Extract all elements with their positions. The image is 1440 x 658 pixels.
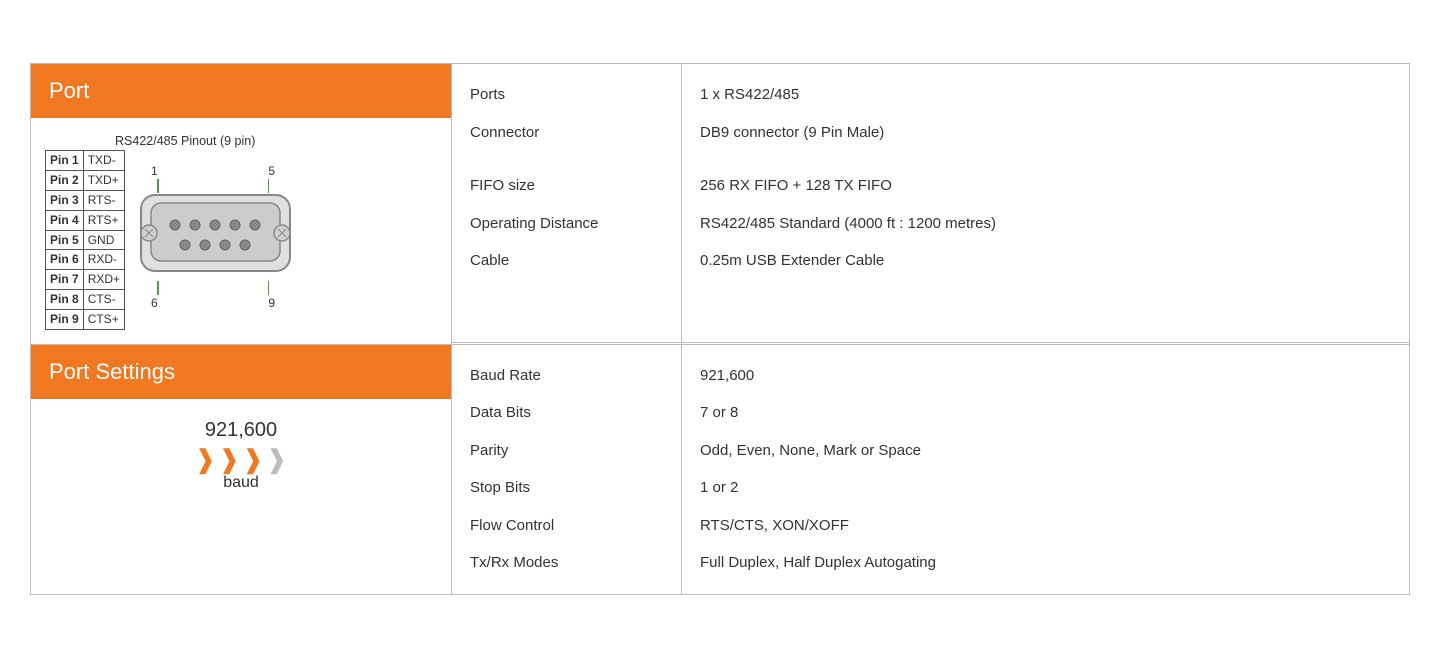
fifo-label: FIFO size [470, 151, 663, 205]
pin-signal: RTS+ [83, 210, 124, 230]
port-spec-values: 1 x RS422/485 DB9 connector (9 Pin Male)… [682, 64, 1410, 343]
pin-top-left-label: 1 [151, 164, 158, 178]
connector-value: DB9 connector (9 Pin Male) [700, 114, 1391, 152]
stop-bits-label: Stop Bits [470, 469, 663, 507]
pin-line-9 [268, 281, 270, 295]
pin-bottom-right-label: 9 [268, 296, 275, 310]
data-bits-value: 7 or 8 [700, 394, 1391, 432]
pinout-title: RS422/485 Pinout (9 pin) [115, 134, 255, 148]
pin-label: Pin 2 [46, 171, 84, 191]
connector-label: Connector [470, 114, 663, 152]
parity-value: Odd, Even, None, Mark or Space [700, 432, 1391, 470]
operating-distance-label: Operating Distance [470, 205, 663, 243]
pin-label: Pin 3 [46, 191, 84, 211]
pin-signal: TXD- [83, 151, 124, 171]
port-settings-left: Port Settings 921,600 ❱ ❱ ❱ ❱ baud [31, 344, 452, 594]
flow-control-label: Flow Control [470, 507, 663, 545]
pin-signal: RXD+ [83, 270, 124, 290]
cable-label: Cable [470, 242, 663, 280]
baud-label: baud [223, 474, 259, 492]
port-settings-spec-labels: Baud Rate Data Bits Parity Stop Bits Flo… [452, 344, 682, 594]
main-table: Port RS422/485 Pinout (9 pin) Pin 1TXD- … [30, 63, 1410, 594]
port-diagram: RS422/485 Pinout (9 pin) Pin 1TXD- Pin 2… [31, 118, 451, 343]
db9-connector-diagram: 1 5 [133, 164, 298, 310]
baud-rate-label: Baud Rate [470, 357, 663, 395]
stop-bits-value: 1 or 2 [700, 469, 1391, 507]
pin-signal: CTS+ [83, 309, 124, 329]
pin-label: Pin 6 [46, 250, 84, 270]
arrow-4-icon: ❱ [266, 446, 288, 472]
pin-line-6 [157, 281, 159, 295]
data-bits-label: Data Bits [470, 394, 663, 432]
baud-number: 921,600 [205, 419, 277, 442]
operating-distance-value: RS422/485 Standard (4000 ft : 1200 metre… [700, 205, 1391, 243]
arrow-2-icon: ❱ [218, 446, 240, 472]
baud-rate-value: 921,600 [700, 357, 1391, 395]
pin-signal: RXD- [83, 250, 124, 270]
pin-line-5 [268, 179, 270, 193]
flow-control-value: RTS/CTS, XON/XOFF [700, 507, 1391, 545]
port-settings-header: Port Settings [31, 345, 451, 399]
pin-bottom-left-label: 6 [151, 296, 158, 310]
port-section-header: Port [31, 64, 451, 118]
baud-arrows: ❱ ❱ ❱ ❱ [194, 446, 287, 472]
fifo-value: 256 RX FIFO + 128 TX FIFO [700, 151, 1391, 205]
pin-signal: RTS- [83, 191, 124, 211]
pin-label: Pin 7 [46, 270, 84, 290]
pin-label: Pin 1 [46, 151, 84, 171]
arrow-1-icon: ❱ [194, 446, 216, 472]
cable-value: 0.25m USB Extender Cable [700, 242, 1391, 280]
baud-diagram: 921,600 ❱ ❱ ❱ ❱ baud [31, 399, 451, 502]
ports-value: 1 x RS422/485 [700, 76, 1391, 114]
parity-label: Parity [470, 432, 663, 470]
ports-label: Ports [470, 76, 663, 114]
db9-body-svg [133, 193, 298, 283]
port-spec-labels: Ports Connector FIFO size Operating Dist… [452, 64, 682, 343]
pin-signal: TXD+ [83, 171, 124, 191]
pin-table: Pin 1TXD- Pin 2TXD+ Pin 3RTS- Pin 4RTS+ … [45, 150, 125, 329]
pin-label: Pin 8 [46, 289, 84, 309]
pin-label: Pin 9 [46, 309, 84, 329]
port-settings-spec-values: 921,600 7 or 8 Odd, Even, None, Mark or … [682, 344, 1410, 594]
txrx-modes-value: Full Duplex, Half Duplex Autogating [700, 544, 1391, 582]
txrx-modes-label: Tx/Rx Modes [470, 544, 663, 582]
pin-signal: GND [83, 230, 124, 250]
pin-label: Pin 5 [46, 230, 84, 250]
pin-label: Pin 4 [46, 210, 84, 230]
pin-top-right-label: 5 [268, 164, 275, 178]
pin-line-1 [157, 179, 159, 193]
arrow-3-icon: ❱ [242, 446, 264, 472]
pin-signal: CTS- [83, 289, 124, 309]
